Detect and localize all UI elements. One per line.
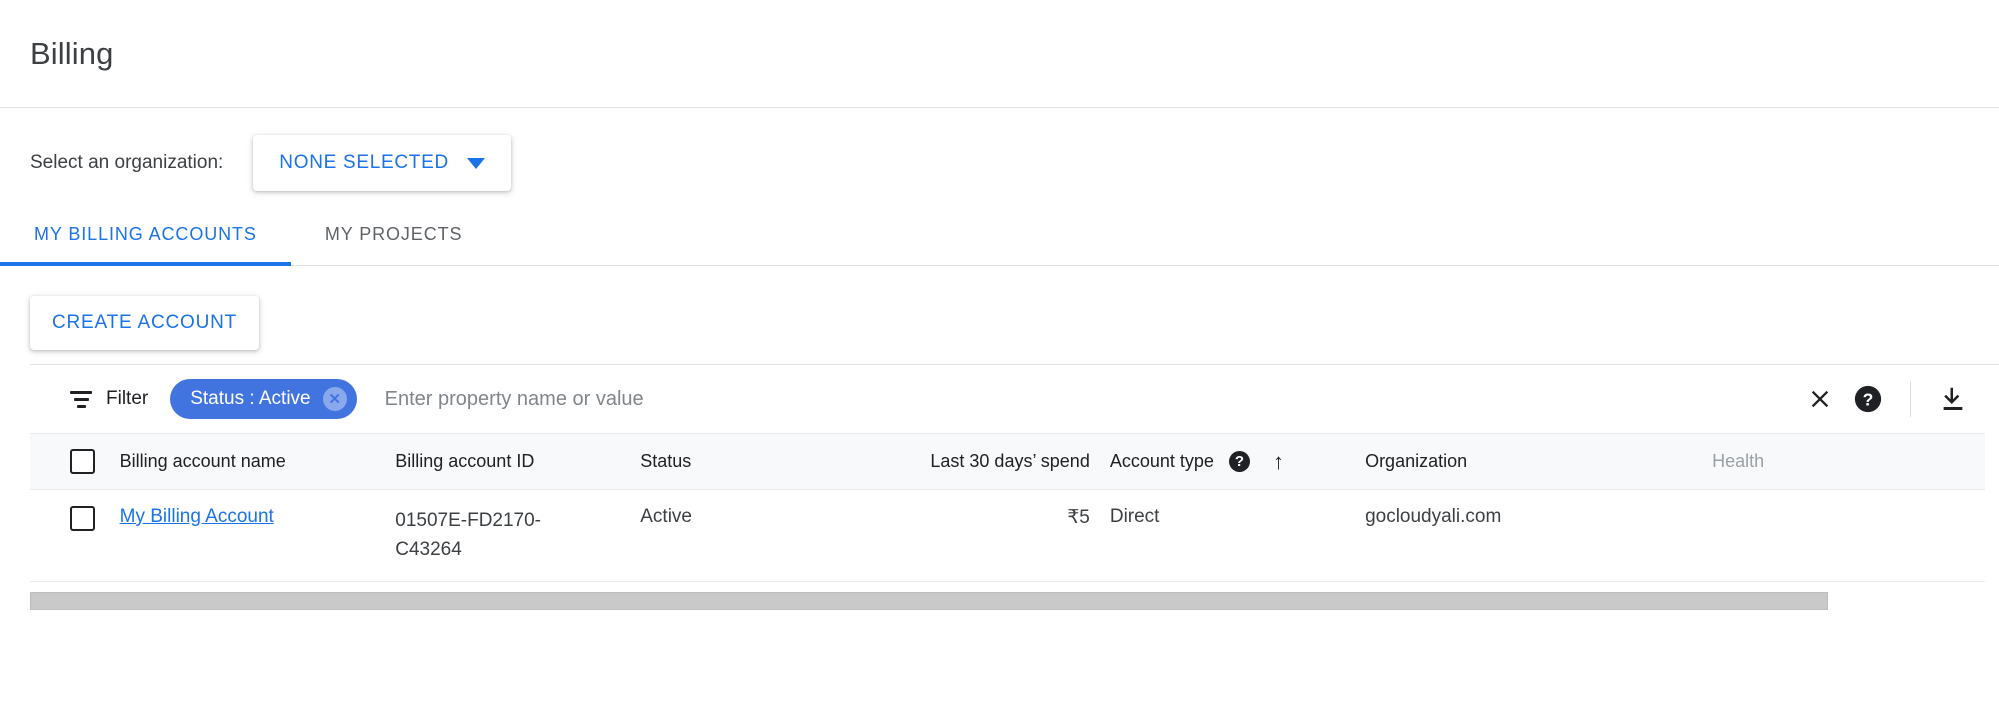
page-title: Billing bbox=[30, 35, 114, 71]
horizontal-scrollbar[interactable] bbox=[30, 591, 1985, 614]
lightbulb-icon[interactable] bbox=[1712, 506, 1746, 548]
billing-account-id-line-1: 01507E-FD2170- bbox=[395, 510, 542, 531]
tab-label: MY PROJECTS bbox=[324, 224, 463, 244]
filter-chip-label: Status : Active bbox=[190, 388, 311, 409]
actions-row: CREATE ACCOUNT bbox=[0, 266, 1999, 364]
help-icon[interactable]: ? bbox=[1844, 375, 1892, 423]
help-icon[interactable]: ? bbox=[1228, 451, 1250, 472]
filter-input[interactable] bbox=[382, 386, 1796, 412]
tab-my-projects[interactable]: MY PROJECTS bbox=[291, 204, 497, 265]
column-header-account-type[interactable]: Account type ? ↑ bbox=[1099, 433, 1356, 490]
row-checkbox[interactable] bbox=[70, 506, 95, 531]
tab-my-billing-accounts[interactable]: MY BILLING ACCOUNTS bbox=[0, 204, 291, 266]
svg-text:?: ? bbox=[1863, 389, 1874, 409]
column-header-billing-account-id[interactable]: Billing account ID bbox=[385, 433, 631, 490]
close-icon[interactable] bbox=[1796, 375, 1844, 423]
filter-label: Filter bbox=[106, 388, 149, 409]
cell-status: Active bbox=[630, 489, 835, 582]
cell-account-type: Direct bbox=[1099, 489, 1356, 582]
cell-billing-account-id: 01507E-FD2170- C43264 bbox=[385, 489, 631, 582]
column-header-organization[interactable]: Organization bbox=[1355, 433, 1703, 490]
cell-health bbox=[1702, 489, 1985, 582]
chip-remove-icon[interactable]: ✕ bbox=[322, 387, 347, 411]
create-account-button[interactable]: CREATE ACCOUNT bbox=[30, 296, 260, 350]
column-header-billing-account-name[interactable]: Billing account name bbox=[109, 433, 386, 490]
filter-bar: Filter Status : Active ✕ ? bbox=[30, 365, 1999, 433]
filter-chip-status-active[interactable]: Status : Active ✕ bbox=[170, 379, 357, 419]
chevron-down-icon bbox=[466, 157, 485, 169]
download-icon[interactable] bbox=[1929, 375, 1977, 423]
billing-account-link[interactable]: My Billing Account bbox=[120, 506, 274, 527]
billing-accounts-panel: Filter Status : Active ✕ ? bbox=[30, 364, 1999, 582]
organization-select-button[interactable]: NONE SELECTED bbox=[253, 135, 511, 191]
filter-icon[interactable] bbox=[70, 390, 92, 408]
billing-account-id-line-2: C43264 bbox=[395, 539, 462, 561]
cell-organization: gocloudyali.com bbox=[1355, 489, 1703, 582]
organization-select-label: Select an organization: bbox=[30, 152, 224, 173]
page-header: Billing bbox=[0, 0, 1999, 108]
column-header-last-30-days-spend[interactable]: Last 30 days’ spend bbox=[834, 433, 1100, 490]
select-all-checkbox[interactable] bbox=[70, 449, 95, 474]
organization-selector-row: Select an organization: NONE SELECTED bbox=[0, 108, 1999, 191]
organization-select-value: NONE SELECTED bbox=[279, 152, 449, 173]
table-header-row: Billing account name Billing account ID … bbox=[30, 433, 1985, 490]
tab-bar: MY BILLING ACCOUNTS MY PROJECTS bbox=[0, 204, 1999, 266]
tab-label: MY BILLING ACCOUNTS bbox=[34, 224, 257, 244]
table-row[interactable]: My Billing Account 01507E-FD2170- C43264… bbox=[30, 489, 1985, 582]
sort-ascending-icon[interactable]: ↑ bbox=[1273, 449, 1284, 474]
scrollbar-thumb[interactable] bbox=[30, 591, 1828, 610]
column-header-health[interactable]: Health bbox=[1702, 433, 1985, 490]
column-header-select-all bbox=[30, 433, 110, 490]
toolbar-divider bbox=[1910, 381, 1911, 417]
cell-last-30-days-spend: ₹5 bbox=[834, 489, 1100, 582]
cell-billing-account-name: My Billing Account bbox=[109, 489, 386, 582]
column-header-status[interactable]: Status bbox=[630, 433, 835, 490]
column-header-account-type-label: Account type bbox=[1109, 450, 1214, 471]
billing-accounts-table: Billing account name Billing account ID … bbox=[30, 433, 1985, 582]
row-select-cell bbox=[30, 489, 110, 582]
